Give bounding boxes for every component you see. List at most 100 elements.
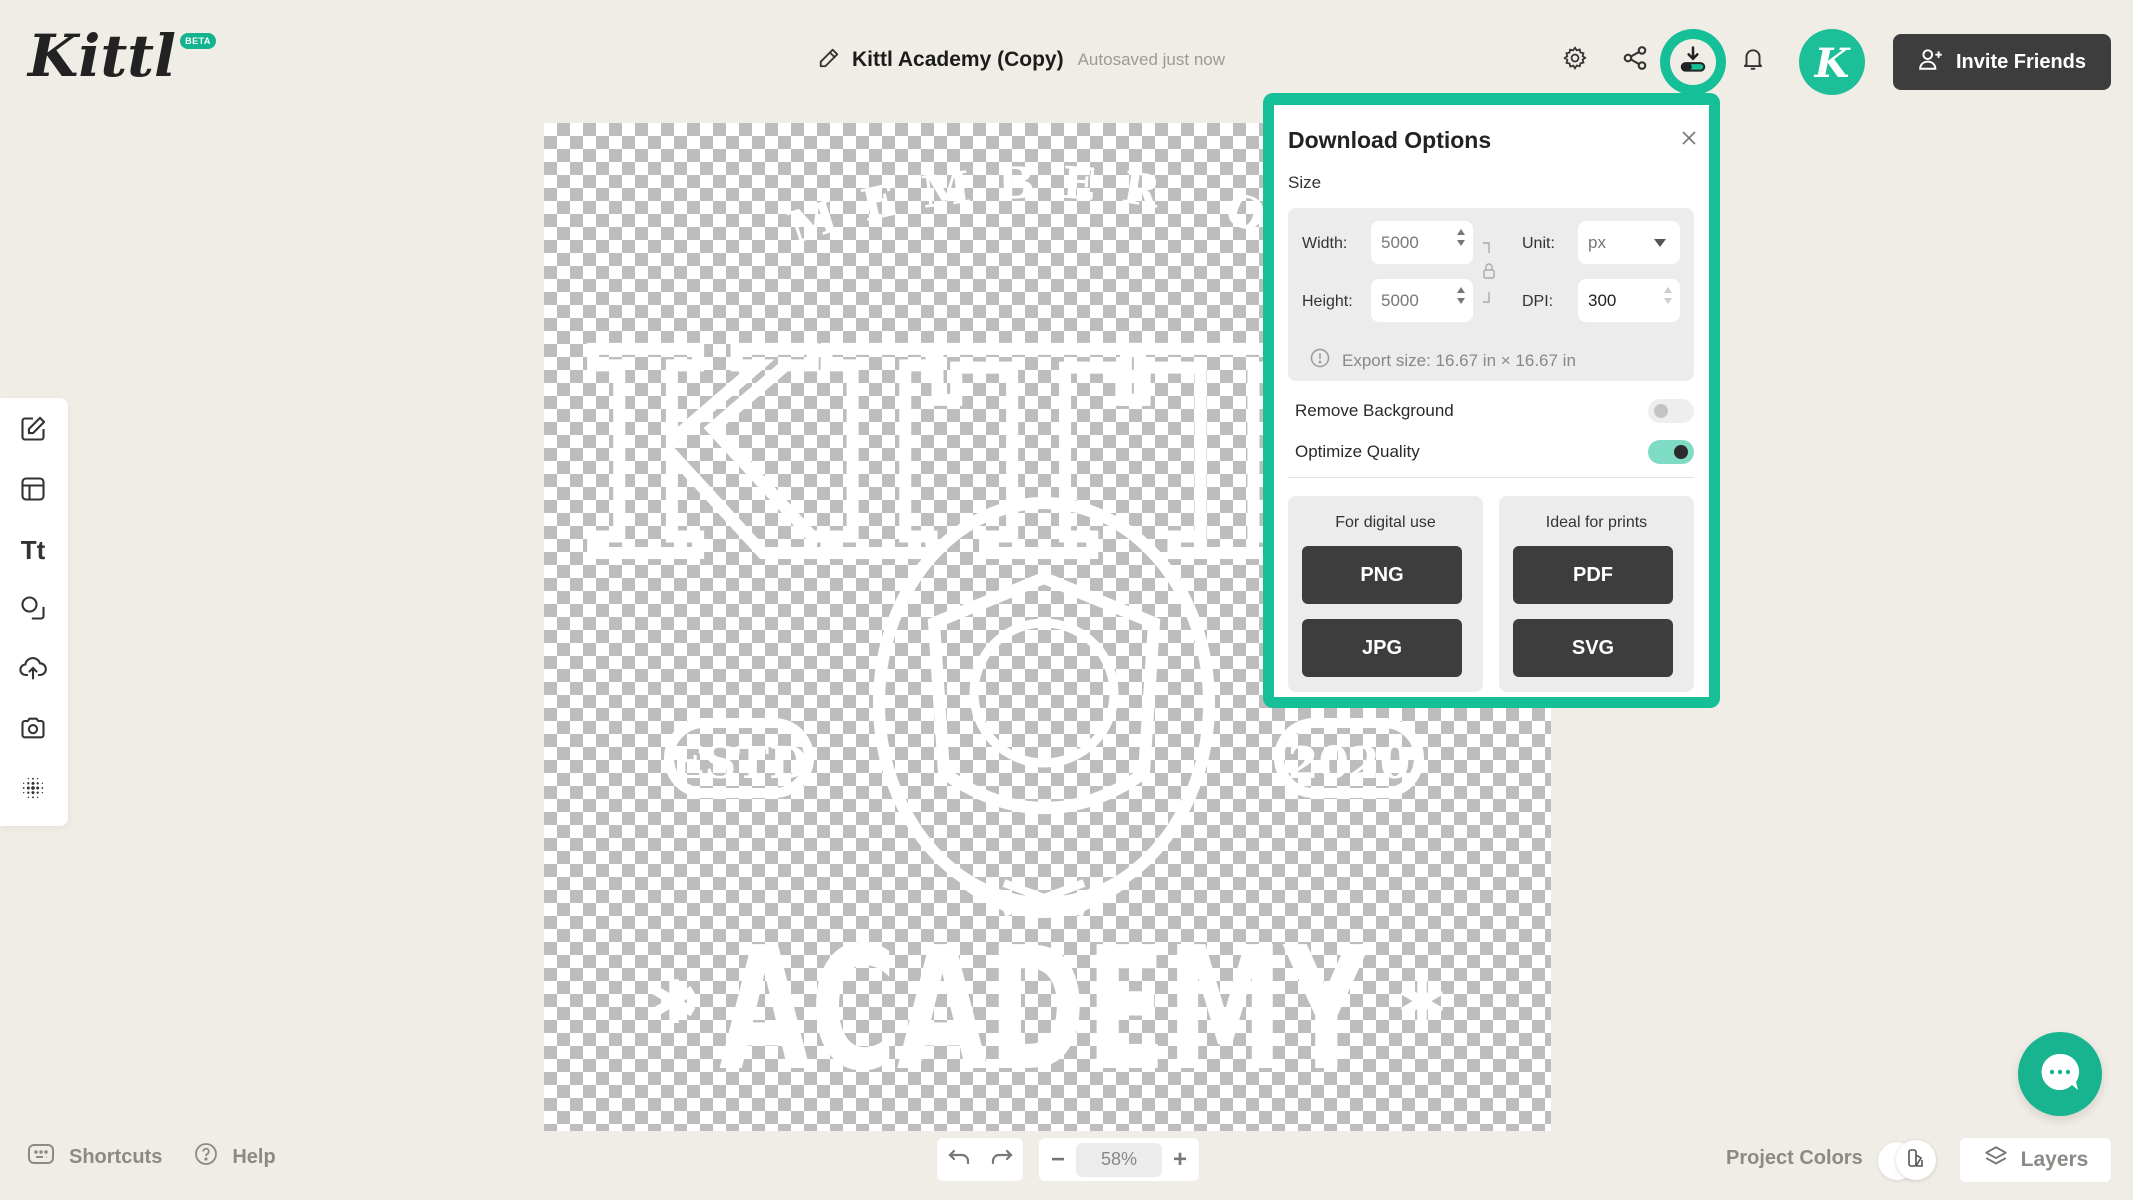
jpg-button[interactable]: JPG: [1302, 619, 1462, 677]
width-input[interactable]: 5000: [1371, 221, 1473, 264]
chat-button[interactable]: [2018, 1032, 2102, 1116]
tool-elements[interactable]: [16, 593, 50, 627]
chat-icon: [2037, 1049, 2083, 1100]
export-size-info: Export size: 16.67 in × 16.67 in: [1310, 348, 1576, 373]
autosave-status: Autosaved just now: [1077, 50, 1226, 69]
dpi-stepper[interactable]: [1664, 287, 1672, 304]
beta-badge: BETA: [180, 33, 216, 49]
invite-friends-button[interactable]: Invite Friends: [1893, 34, 2111, 90]
kittl-logo[interactable]: Kittl: [26, 18, 216, 92]
share-button[interactable]: [1617, 42, 1653, 78]
project-title[interactable]: Kittl Academy (Copy): [852, 48, 1064, 72]
unit-label: Unit:: [1522, 235, 1555, 252]
shortcuts-label: Shortcuts: [69, 1145, 163, 1168]
height-label: Height:: [1302, 293, 1353, 310]
size-settings: Width: 5000 Height: 5000 Unit: px DPI: 3…: [1288, 208, 1694, 381]
bell-icon: [1740, 45, 1766, 78]
size-section-label: Size: [1288, 173, 1322, 192]
optimize-quality-toggle[interactable]: [1648, 440, 1694, 464]
dpi-value: 300: [1588, 290, 1617, 310]
svg-text:2020: 2020: [1288, 738, 1410, 789]
tool-text[interactable]: Tt: [16, 533, 50, 567]
download-options-panel: Download Options Size Width: 5000 Height…: [1274, 105, 1709, 697]
tool-uploads[interactable]: [16, 653, 50, 687]
dpi-input[interactable]: 300: [1578, 279, 1680, 322]
digital-heading: For digital use: [1335, 514, 1436, 531]
chevron-down-icon: [1654, 239, 1666, 247]
user-avatar[interactable]: K: [1799, 29, 1865, 95]
shapes-icon: [19, 594, 47, 627]
remove-background-label: Remove Background: [1295, 401, 1454, 420]
divider: [1288, 477, 1694, 478]
left-toolbar: Tt: [0, 398, 68, 826]
png-button[interactable]: PNG: [1302, 546, 1462, 604]
panel-title: Download Options: [1288, 127, 1492, 153]
help-button[interactable]: Help: [194, 1142, 276, 1172]
add-user-icon: [1918, 46, 1944, 78]
height-stepper[interactable]: [1457, 287, 1465, 304]
camera-icon: [19, 714, 47, 747]
project-colors-button[interactable]: [1878, 1140, 1936, 1180]
artwork-star-right: ✱: [1397, 969, 1447, 1036]
footer-left: Shortcuts Help: [27, 1142, 276, 1172]
notifications-button[interactable]: [1735, 43, 1771, 79]
height-input[interactable]: 5000: [1371, 279, 1473, 322]
zoom-in-button[interactable]: +: [1173, 1146, 1187, 1174]
redo-icon: [990, 1149, 1014, 1170]
zoom-out-button[interactable]: −: [1051, 1146, 1065, 1174]
zoom-controls: − 58% +: [1039, 1138, 1199, 1181]
download-button[interactable]: [1660, 29, 1726, 95]
aspect-lock-button[interactable]: [1481, 238, 1497, 313]
logo-text: Kittl: [26, 22, 176, 90]
project-title-bar: Kittl Academy (Copy) Autosaved just now: [818, 44, 1225, 76]
settings-icon: [1562, 45, 1588, 76]
artwork-right-badge: 2020: [1274, 718, 1424, 798]
artwork-bottom-text: ACADEMY: [719, 911, 1370, 1109]
undo-button[interactable]: [947, 1148, 971, 1171]
artwork-left-badge: ESTD: [664, 718, 814, 798]
info-icon: [1310, 348, 1330, 373]
edit-icon: [19, 415, 47, 448]
digital-formats: For digital use PNG JPG: [1288, 496, 1483, 692]
pdf-button[interactable]: PDF: [1513, 546, 1673, 604]
optimize-quality-row: Optimize Quality: [1288, 437, 1694, 467]
close-icon: [1681, 130, 1697, 151]
avatar-initial: K: [1814, 40, 1852, 87]
svg-button[interactable]: SVG: [1513, 619, 1673, 677]
remove-background-row: Remove Background: [1288, 396, 1694, 426]
tool-edit[interactable]: [16, 414, 50, 448]
tool-photos[interactable]: [16, 713, 50, 747]
tool-effects[interactable]: [16, 773, 50, 807]
history-controls: [937, 1138, 1023, 1181]
width-label: Width:: [1302, 235, 1348, 252]
share-icon: [1621, 44, 1649, 77]
text-icon: Tt: [20, 534, 46, 565]
download-icon: [1678, 45, 1708, 80]
remove-background-toggle[interactable]: [1648, 399, 1694, 423]
redo-button[interactable]: [990, 1148, 1014, 1171]
width-value: 5000: [1381, 232, 1419, 252]
close-button[interactable]: [1678, 129, 1700, 151]
width-stepper[interactable]: [1457, 229, 1465, 246]
unit-select[interactable]: px: [1578, 221, 1680, 264]
upload-icon: [18, 654, 48, 687]
zoom-level[interactable]: 58%: [1076, 1142, 1162, 1177]
print-heading: Ideal for prints: [1545, 514, 1648, 531]
print-formats: Ideal for prints PDF SVG: [1499, 496, 1694, 692]
dpi-label: DPI:: [1522, 293, 1554, 310]
keyboard-icon: [27, 1142, 55, 1172]
export-size-text: Export size: 16.67 in × 16.67 in: [1342, 350, 1576, 370]
layers-icon: [1983, 1144, 2009, 1176]
settings-button[interactable]: [1557, 42, 1593, 78]
palette-icon: [1906, 1148, 1926, 1173]
artwork-star-left: ✱: [649, 969, 699, 1036]
templates-icon: [19, 475, 47, 508]
layers-label: Layers: [2020, 1148, 2089, 1171]
pencil-icon[interactable]: [818, 47, 840, 74]
tool-templates[interactable]: [16, 474, 50, 508]
shortcuts-button[interactable]: Shortcuts: [27, 1142, 162, 1172]
project-colors-label: Project Colors: [1726, 1147, 1863, 1169]
invite-friends-label: Invite Friends: [1955, 50, 2087, 73]
layers-button[interactable]: Layers: [1960, 1138, 2111, 1182]
halftone-icon: [19, 774, 47, 807]
